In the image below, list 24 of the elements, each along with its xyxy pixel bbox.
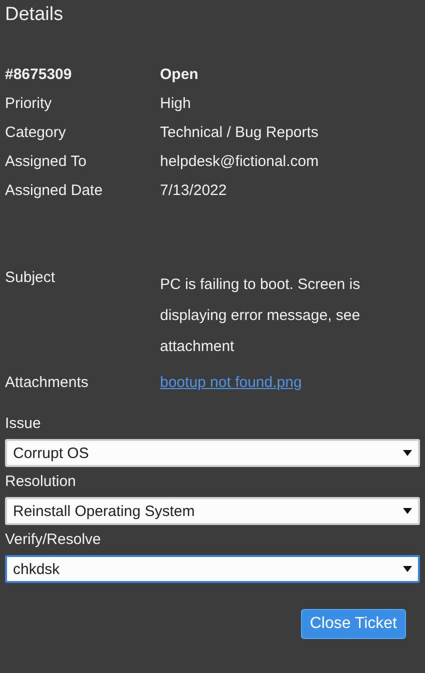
caret-icon: [403, 508, 412, 514]
subject-text: PC is failing to boot. Screen is displaying error message, see attachment: [160, 275, 362, 357]
field-label: Assigned To: [5, 153, 88, 170]
field-label: Verify/Resolve: [5, 531, 102, 548]
attachment-link[interactable]: bootup not found.png: [160, 374, 302, 391]
field-label: Issue: [5, 415, 42, 432]
field-value: High: [160, 95, 192, 112]
panel-title: Details: [5, 4, 64, 26]
field-label: Priority: [5, 95, 53, 112]
dropdown[interactable]: Reinstall Operating System: [5, 497, 420, 525]
field-value: helpdesk@fictional.com: [160, 153, 320, 170]
field-value: 7/13/2022: [160, 182, 228, 199]
field-label: Resolution: [5, 473, 77, 490]
ticket-number: #8675309: [5, 66, 73, 83]
caret-icon: [403, 450, 412, 456]
field-label: Assigned Date: [5, 182, 104, 199]
field-label: Attachments: [5, 374, 90, 391]
caret-icon: [403, 566, 412, 572]
field-label: Category: [5, 124, 67, 141]
field-value: Technical / Bug Reports: [160, 124, 320, 141]
ticket-status: Open: [160, 66, 200, 83]
field-label: Subject: [5, 269, 56, 286]
dropdown[interactable]: chkdsk: [5, 555, 420, 583]
dropdown[interactable]: Corrupt OS: [5, 439, 420, 467]
